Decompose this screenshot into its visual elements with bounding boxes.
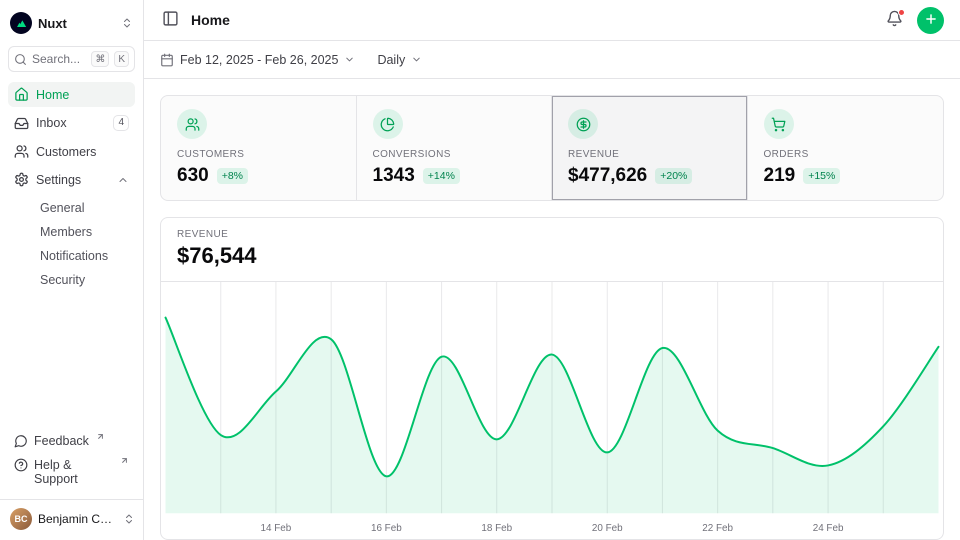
sidebar-item-help-support[interactable]: Help & Support (8, 453, 135, 491)
sidebar-spacer (8, 291, 135, 429)
chart-metric-label: REVENUE (177, 229, 927, 240)
add-button[interactable] (917, 7, 944, 34)
cart-icon (764, 109, 794, 139)
revenue-area-chart[interactable]: 14 Feb 16 Feb 18 Feb 20 Feb 22 Feb 24 Feb (161, 282, 943, 539)
sidebar-item-general[interactable]: General (35, 197, 135, 219)
nuxt-logo-icon (10, 12, 32, 34)
sidebar-item-settings[interactable]: Settings (8, 167, 135, 192)
notifications-button[interactable] (884, 8, 905, 32)
external-link-icon (120, 456, 129, 465)
home-icon (14, 87, 29, 102)
stat-card-orders[interactable]: ORDERS 219 +15% (748, 96, 944, 200)
interval-select[interactable]: Daily (377, 53, 422, 67)
filters-toolbar: Feb 12, 2025 - Feb 26, 2025 Daily (144, 41, 960, 79)
kbd-cmd: ⌘ (91, 51, 109, 67)
stat-value: $477,626 (568, 165, 647, 187)
dollar-circle-icon (568, 109, 598, 139)
app-window: Nuxt Search... ⌘ K Home (0, 0, 960, 540)
plus-icon (924, 12, 938, 29)
search-input[interactable]: Search... ⌘ K (8, 46, 135, 72)
workspace-switcher[interactable]: Nuxt (8, 8, 135, 38)
stat-card-revenue[interactable]: REVENUE $477,626 +20% (552, 96, 748, 200)
sidebar-item-label: Inbox (36, 116, 106, 130)
chevrons-up-down-icon (123, 513, 135, 525)
notification-dot (898, 9, 905, 16)
sidebar-item-label: Home (36, 88, 129, 102)
stats-panel: CUSTOMERS 630 +8% CONVERSIONS 1343 +14% (160, 95, 944, 201)
feedback-label: Feedback (34, 434, 89, 448)
stat-label: CONVERSIONS (373, 149, 536, 160)
stat-delta-badge: +8% (217, 168, 248, 184)
chart-header: REVENUE $76,544 (161, 218, 943, 282)
date-range-picker[interactable]: Feb 12, 2025 - Feb 26, 2025 (160, 53, 355, 67)
sidebar-item-inbox[interactable]: Inbox 4 (8, 110, 135, 136)
header-actions (884, 7, 944, 34)
page-header: Home (144, 0, 960, 41)
sidebar-item-label: Settings (36, 173, 110, 187)
svg-text:20 Feb: 20 Feb (592, 523, 623, 534)
page-title: Home (191, 12, 230, 28)
help-support-label: Help & Support (34, 458, 113, 486)
inbox-icon (14, 116, 29, 131)
svg-text:14 Feb: 14 Feb (261, 523, 292, 534)
sidebar-item-security[interactable]: Security (35, 269, 135, 291)
svg-text:16 Feb: 16 Feb (371, 523, 402, 534)
chevron-down-icon (411, 54, 422, 65)
chart-metric-value: $76,544 (177, 243, 927, 269)
chevrons-up-down-icon (121, 17, 133, 29)
kbd-k: K (114, 51, 129, 67)
external-link-icon (96, 432, 105, 441)
main-area: Home Feb 12, 2 (144, 0, 960, 540)
stat-label: CUSTOMERS (177, 149, 340, 160)
sidebar-item-members[interactable]: Members (35, 221, 135, 243)
sidebar-item-label: Customers (36, 145, 129, 159)
user-menu[interactable]: BC Benjamin Canac (0, 499, 143, 532)
workspace-name: Nuxt (38, 16, 115, 31)
svg-text:22 Feb: 22 Feb (702, 523, 733, 534)
sidebar-item-notifications[interactable]: Notifications (35, 245, 135, 267)
interval-label: Daily (377, 53, 405, 67)
users-icon (177, 109, 207, 139)
stat-label: REVENUE (568, 149, 731, 160)
user-name: Benjamin Canac (38, 512, 117, 526)
stat-value: 219 (764, 165, 796, 187)
stat-card-customers[interactable]: CUSTOMERS 630 +8% (161, 96, 357, 200)
stat-delta-badge: +20% (655, 168, 692, 184)
panel-left-icon (162, 10, 179, 30)
info-icon (14, 458, 28, 472)
search-placeholder: Search... (32, 52, 86, 66)
message-icon (14, 434, 28, 448)
sidebar-nav: Home Inbox 4 Customers Settings (8, 82, 135, 291)
sidebar-item-feedback[interactable]: Feedback (8, 429, 135, 453)
chevron-down-icon (344, 54, 355, 65)
users-icon (14, 144, 29, 159)
sidebar: Nuxt Search... ⌘ K Home (0, 0, 144, 540)
calendar-icon (160, 53, 174, 67)
chevron-up-icon (117, 174, 129, 186)
sidebar-item-home[interactable]: Home (8, 82, 135, 107)
settings-children: General Members Notifications Security (8, 197, 135, 291)
stat-label: ORDERS (764, 149, 928, 160)
stat-value: 630 (177, 165, 209, 187)
sidebar-toggle-button[interactable] (160, 8, 181, 32)
svg-text:18 Feb: 18 Feb (481, 523, 512, 534)
avatar: BC (10, 508, 32, 530)
stat-delta-badge: +14% (423, 168, 460, 184)
search-icon (14, 53, 27, 66)
sidebar-item-customers[interactable]: Customers (8, 139, 135, 164)
dashboard-content: CUSTOMERS 630 +8% CONVERSIONS 1343 +14% (144, 79, 960, 540)
date-range-label: Feb 12, 2025 - Feb 26, 2025 (180, 53, 338, 67)
inbox-count-badge: 4 (113, 115, 129, 131)
stat-card-conversions[interactable]: CONVERSIONS 1343 +14% (357, 96, 553, 200)
revenue-chart-card: REVENUE $76,544 14 Feb 16 Feb 18 Feb 20 Feb… (160, 217, 944, 540)
stat-value: 1343 (373, 165, 415, 187)
chart-pie-icon (373, 109, 403, 139)
stat-delta-badge: +15% (803, 168, 840, 184)
svg-text:24 Feb: 24 Feb (813, 523, 844, 534)
gear-icon (14, 172, 29, 187)
